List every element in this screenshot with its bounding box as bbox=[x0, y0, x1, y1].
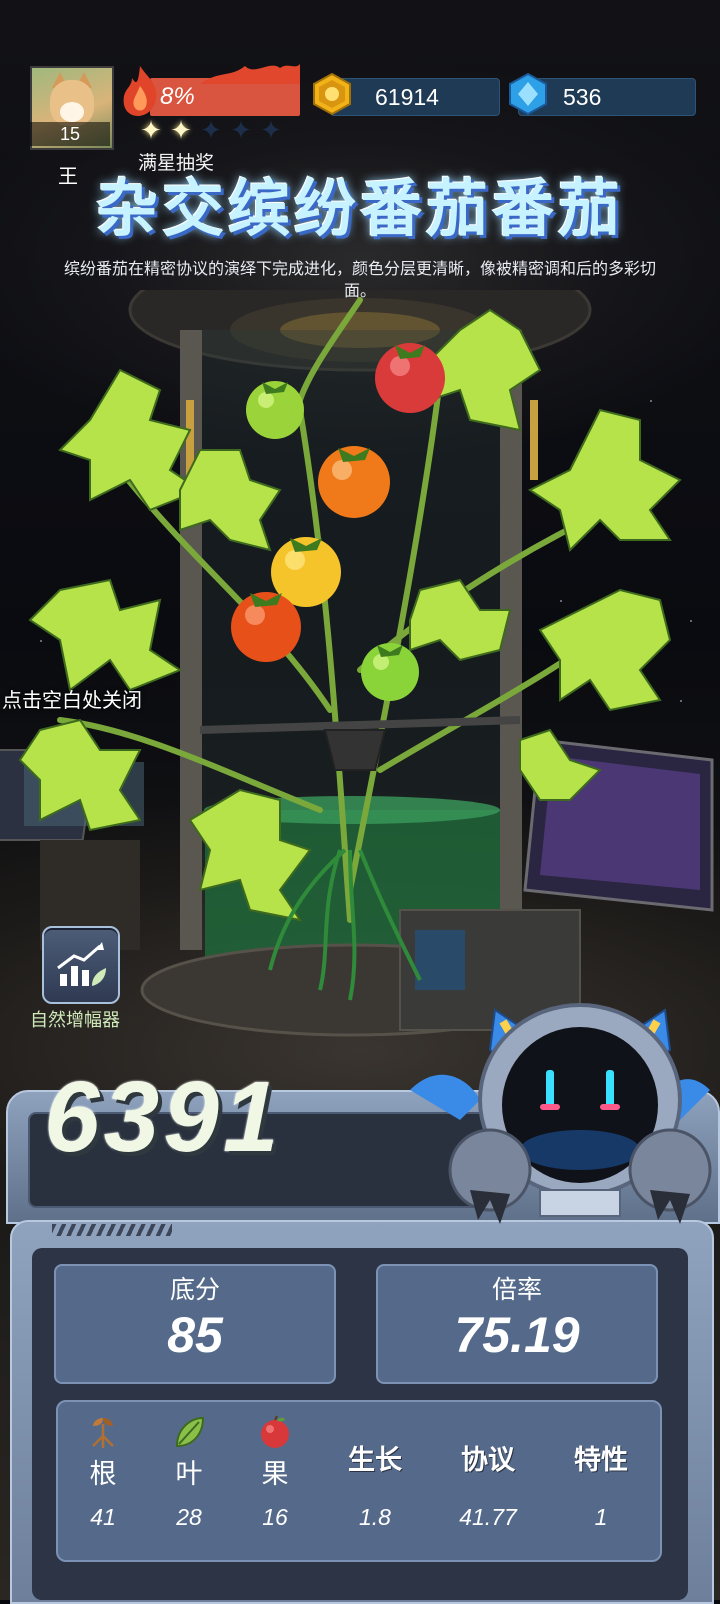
total-score: 6391 bbox=[44, 1061, 283, 1173]
attribute-value: 1 bbox=[594, 1504, 608, 1530]
attributes-box: 根 41 叶 28 果 16 生长 1.8 协议 41.77 特性 1 bbox=[56, 1400, 662, 1562]
base-score-value: 85 bbox=[167, 1307, 223, 1363]
multiplier-label: 倍率 bbox=[491, 1275, 542, 1304]
flame-icon bbox=[123, 66, 157, 116]
star-icon-filled: ✦ bbox=[170, 116, 192, 146]
apple-fruit-icon bbox=[261, 1415, 289, 1448]
attribute-label: 根 bbox=[89, 1459, 117, 1490]
multiplier-value: 75.19 bbox=[454, 1307, 580, 1363]
attribute-value: 16 bbox=[262, 1504, 288, 1530]
blue-gem-icon bbox=[509, 72, 547, 116]
star-rating: ✦ ✦ ✦ ✦ ✦ bbox=[138, 118, 284, 146]
gem-value: 536 bbox=[563, 84, 602, 110]
attribute-label: 生长 bbox=[348, 1445, 402, 1476]
player-level: 15 bbox=[30, 122, 110, 146]
star-icon-empty: ✦ bbox=[200, 116, 222, 146]
star-icon-filled: ✦ bbox=[140, 116, 162, 146]
plant-title: 杂交缤纷番茄番茄 bbox=[95, 172, 624, 245]
coin-counter[interactable]: 61914 bbox=[330, 78, 500, 116]
nature-amplifier-label: 自然增幅器 bbox=[30, 1010, 120, 1031]
attribute-value: 1.8 bbox=[359, 1504, 391, 1530]
base-score-box: 底分 85 bbox=[54, 1264, 336, 1384]
attribute-label: 协议 bbox=[461, 1445, 515, 1476]
multiplier-box: 倍率 75.19 bbox=[376, 1264, 658, 1384]
star-icon-empty: ✦ bbox=[260, 116, 282, 146]
attribute-value: 41.77 bbox=[459, 1504, 517, 1530]
coin-value: 61914 bbox=[375, 84, 439, 110]
attribute-label: 果 bbox=[261, 1459, 289, 1490]
attribute-label: 特性 bbox=[574, 1445, 628, 1476]
fire-percent: 8% bbox=[160, 83, 195, 110]
panel-stripes bbox=[52, 1224, 172, 1236]
leaf-icon bbox=[175, 1416, 205, 1448]
attribute-label: 叶 bbox=[175, 1459, 203, 1490]
robot-mascot bbox=[410, 1003, 712, 1224]
tap-to-close-hint[interactable]: 点击空白处关闭 bbox=[2, 684, 142, 713]
plant-description: 缤纷番茄在精密协议的演绎下完成进化，颜色分层更清晰，像被精密调和后的多彩切面。 bbox=[63, 259, 656, 300]
attribute-value: 41 bbox=[90, 1504, 116, 1530]
flame-crest-decoration bbox=[200, 64, 300, 84]
attribute-value: 28 bbox=[176, 1504, 202, 1530]
growth-chart-icon bbox=[57, 942, 106, 986]
base-score-label: 底分 bbox=[169, 1275, 220, 1304]
gold-coin-icon bbox=[313, 72, 351, 116]
star-icon-empty: ✦ bbox=[230, 116, 252, 146]
nature-amplifier-button[interactable] bbox=[42, 926, 120, 1004]
sprout-root-icon bbox=[92, 1418, 114, 1448]
